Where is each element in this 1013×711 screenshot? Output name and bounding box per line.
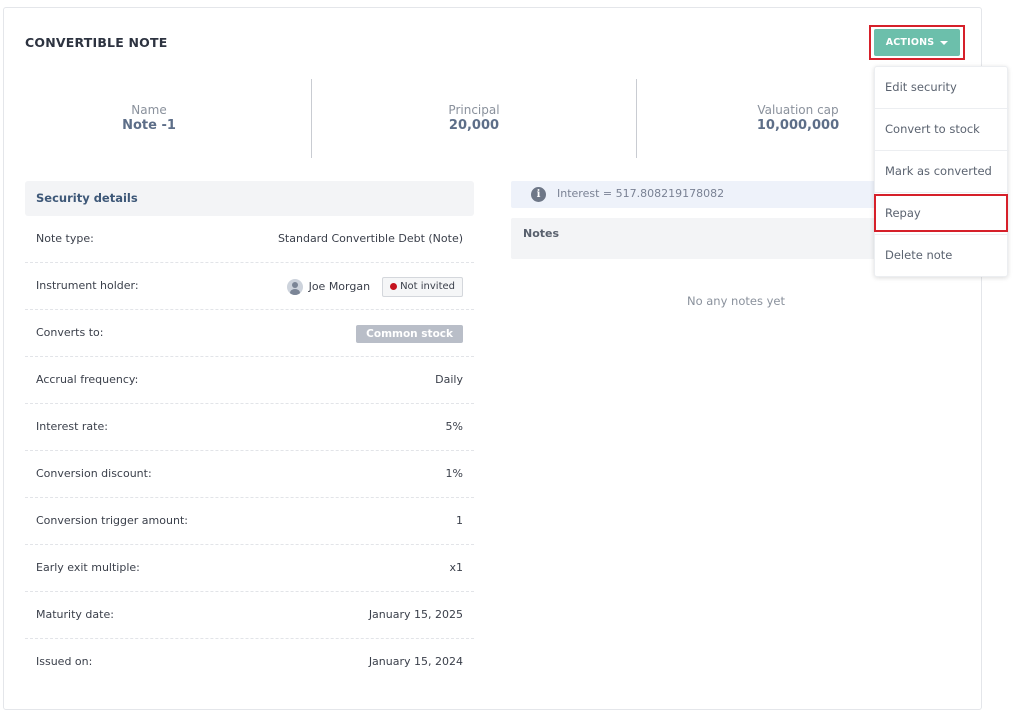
status-dot-icon xyxy=(390,283,398,290)
menu-item-repay[interactable]: Repay xyxy=(875,193,1009,235)
detail-label: Early exit multiple: xyxy=(36,561,140,574)
detail-value: 1% xyxy=(445,467,463,480)
detail-value: January 15, 2025 xyxy=(368,608,463,621)
detail-label: Instrument holder: xyxy=(36,279,139,292)
interest-banner: i Interest = 517.808219178082 xyxy=(511,181,891,208)
holder-link[interactable]: Joe Morgan xyxy=(286,278,371,295)
notes-empty-state: No any notes yet xyxy=(686,294,786,308)
detail-row-early-exit-multiple: Early exit multiple: x1 xyxy=(25,545,474,592)
summary-name-label: Name xyxy=(131,103,167,117)
detail-label: Interest rate: xyxy=(36,420,108,433)
detail-value: x1 xyxy=(449,561,463,574)
status-badge: Not invited xyxy=(382,276,463,297)
notes-heading: Notes xyxy=(523,227,560,240)
detail-row-instrument-holder: Instrument holder: Joe Morgan Not invite… xyxy=(25,263,474,310)
detail-value: 5% xyxy=(445,420,463,433)
security-details-heading: Security details xyxy=(36,191,138,205)
stock-class-badge: Common stock xyxy=(356,324,463,343)
menu-item-label: Convert to stock xyxy=(885,122,980,136)
page-title: CONVERTIBLE NOTE xyxy=(25,35,168,50)
summary-divider xyxy=(636,79,637,158)
detail-row-conversion-trigger-amount: Conversion trigger amount: 1 xyxy=(25,498,474,545)
summary-valuation-cap: Valuation cap 10,000,000 xyxy=(738,103,858,133)
detail-value: Standard Convertible Debt (Note) xyxy=(277,232,463,245)
menu-item-convert-to-stock[interactable]: Convert to stock xyxy=(875,109,1009,151)
status-badge-label: Not invited xyxy=(400,281,455,292)
detail-label: Issued on: xyxy=(36,655,93,668)
summary-name: Name Note -1 xyxy=(89,103,209,133)
avatar-icon xyxy=(286,278,303,295)
summary-divider xyxy=(311,79,312,158)
menu-item-edit-security[interactable]: Edit security xyxy=(875,67,1009,109)
security-details-list: Note type: Standard Convertible Debt (No… xyxy=(25,216,474,686)
actions-button[interactable]: ACTIONS xyxy=(874,29,960,56)
menu-item-delete-note[interactable]: Delete note xyxy=(875,235,1009,277)
converts-to-value: Common stock xyxy=(356,310,463,357)
detail-value: 1 xyxy=(456,514,463,527)
summary-principal-label: Principal xyxy=(448,103,500,117)
menu-item-label: Mark as converted xyxy=(885,164,992,178)
detail-row-interest-rate: Interest rate: 5% xyxy=(25,404,474,451)
notes-header: Notes xyxy=(511,218,891,259)
menu-item-mark-as-converted[interactable]: Mark as converted xyxy=(875,151,1009,193)
caret-down-icon xyxy=(940,40,949,45)
detail-label: Conversion discount: xyxy=(36,467,152,480)
actions-dropdown-menu: Edit security Convert to stock Mark as c… xyxy=(874,66,1009,277)
detail-row-accrual-frequency: Accrual frequency: Daily xyxy=(25,357,474,404)
detail-row-issued-on: Issued on: January 15, 2024 xyxy=(25,639,474,686)
summary-valuation-cap-value: 10,000,000 xyxy=(756,118,840,133)
holder-name: Joe Morgan xyxy=(308,280,371,293)
actions-button-label: ACTIONS xyxy=(885,37,935,48)
detail-label: Note type: xyxy=(36,232,94,245)
detail-row-conversion-discount: Conversion discount: 1% xyxy=(25,451,474,498)
detail-value: January 15, 2024 xyxy=(368,655,463,668)
detail-label: Maturity date: xyxy=(36,608,114,621)
summary-principal: Principal 20,000 xyxy=(414,103,534,133)
holder-value: Joe Morgan Not invited xyxy=(286,263,463,310)
menu-item-label: Repay xyxy=(885,206,921,220)
detail-row-note-type: Note type: Standard Convertible Debt (No… xyxy=(25,216,474,263)
detail-row-maturity-date: Maturity date: January 15, 2025 xyxy=(25,592,474,639)
interest-text: Interest = 517.808219178082 xyxy=(557,187,725,200)
security-details-header: Security details xyxy=(25,181,474,216)
menu-item-label: Edit security xyxy=(885,80,957,94)
menu-item-label: Delete note xyxy=(885,248,953,262)
detail-label: Conversion trigger amount: xyxy=(36,514,188,527)
detail-label: Converts to: xyxy=(36,326,104,339)
detail-row-converts-to: Converts to: Common stock xyxy=(25,310,474,357)
detail-label: Accrual frequency: xyxy=(36,373,139,386)
summary-principal-value: 20,000 xyxy=(448,118,500,133)
summary-name-value: Note -1 xyxy=(122,118,176,133)
detail-value: Daily xyxy=(435,373,463,386)
summary-valuation-cap-label: Valuation cap xyxy=(757,103,839,117)
info-icon: i xyxy=(531,187,546,202)
